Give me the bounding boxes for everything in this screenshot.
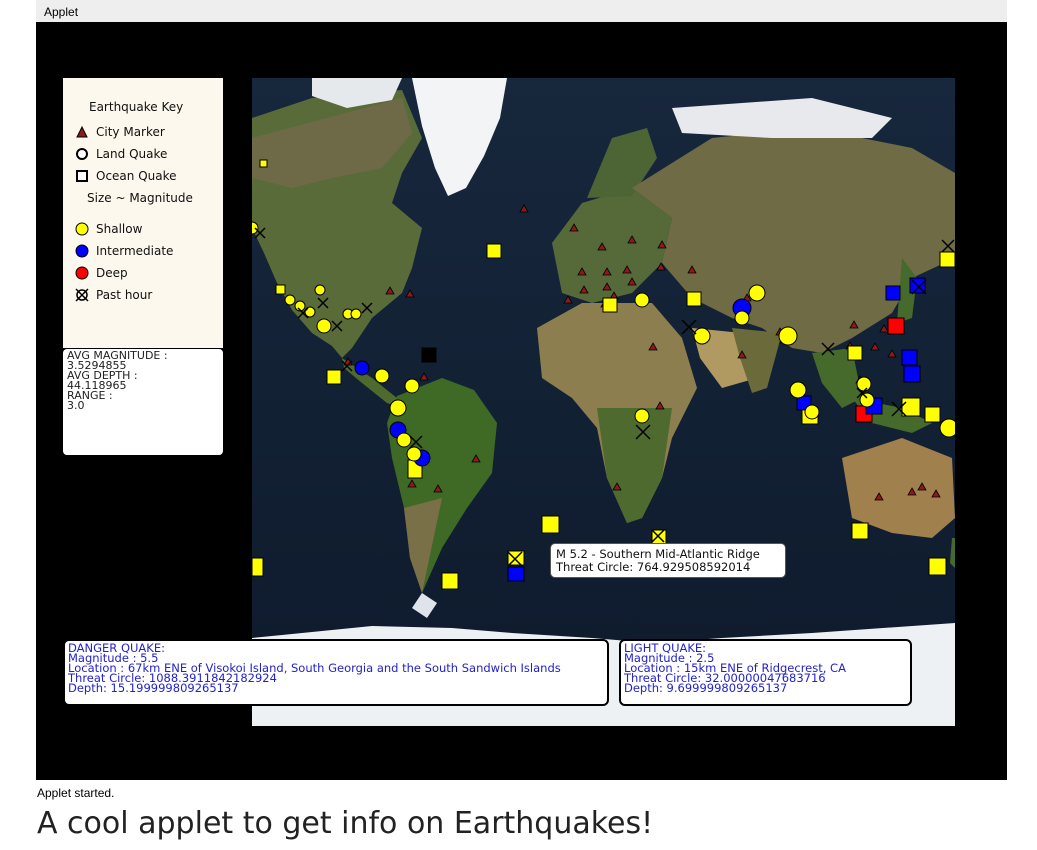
land-quake-shallow-icon [693, 327, 711, 345]
land-quake-shallow-icon [404, 378, 420, 394]
land-quake-shallow-icon [778, 326, 798, 346]
land-quake-shallow-icon [789, 381, 807, 399]
ocean-quake-shallow-icon [326, 369, 342, 385]
ocean-quake-shallow-icon [252, 557, 264, 577]
key-item-intermediate: Intermediate [75, 242, 173, 260]
land-quake-shallow-icon [396, 432, 412, 448]
ocean-quake-shallow-icon [602, 297, 618, 313]
key-item-size-magnitude: Size ~ Magnitude [87, 191, 193, 205]
window-title: Applet [44, 5, 79, 19]
land-quake-shallow-icon [804, 404, 820, 420]
circle-icon [75, 244, 89, 257]
ocean-quake-shallow-icon [686, 291, 702, 307]
land-quake-shallow-icon [374, 368, 390, 384]
land-quake-shallow-icon [389, 399, 407, 417]
range-value: 3.0 [67, 399, 85, 412]
land-quake-shallow-icon [939, 418, 955, 438]
land-quake-shallow-icon [634, 292, 650, 308]
applet-status: Applet started. [37, 786, 115, 800]
world-map[interactable] [252, 78, 955, 726]
land-quake-shallow-icon [859, 392, 875, 408]
ocean-quake-intermediate-icon [507, 566, 525, 582]
danger-quake-depth: Depth: 15.199999809265137 [68, 681, 239, 695]
danger-quake-panel: DANGER QUAKE: Magnitude : 5.5 Location :… [63, 639, 609, 706]
window-titlebar: Applet [36, 0, 1007, 22]
land-quake-shallow-icon [734, 310, 750, 326]
circle-icon [75, 266, 89, 279]
light-quake-depth: Depth: 9.699999809265137 [624, 681, 788, 695]
ocean-quake-shallow-icon [259, 159, 268, 168]
ocean-quake-past-hour-icon [421, 347, 437, 363]
land-quake-shallow-icon [856, 376, 872, 392]
earthquake-key-panel: Earthquake Key City Marker Land Quake Oc… [63, 78, 223, 348]
key-item-deep: Deep [75, 264, 128, 282]
land-quake-intermediate-icon [354, 360, 370, 376]
ocean-quake-shallow-icon [847, 345, 863, 361]
ocean-quake-shallow-icon [486, 243, 502, 259]
page-caption: A cool applet to get info on Earthquakes… [37, 806, 654, 841]
key-item-land-quake: Land Quake [75, 145, 167, 163]
land-quake-shallow-icon [350, 308, 362, 320]
stats-panel: AVG MAGNITUDE : 3.5294855 AVG DEPTH : 44… [63, 349, 223, 455]
land-quake-shallow-icon [748, 284, 766, 302]
key-item-city-marker: City Marker [75, 123, 165, 141]
key-title: Earthquake Key [89, 100, 184, 114]
ocean-quake-intermediate-icon [901, 349, 918, 366]
key-item-shallow: Shallow [75, 220, 142, 238]
key-item-ocean-quake: Ocean Quake [75, 167, 177, 185]
crossed-circle-icon [75, 287, 89, 302]
ocean-quake-shallow-icon [441, 572, 459, 590]
tooltip-threat: Threat Circle: 764.929508592014 [556, 560, 751, 574]
ocean-quake-shallow-icon [541, 515, 560, 534]
ocean-quake-shallow-icon [928, 557, 947, 576]
land-quake-shallow-icon [406, 446, 422, 462]
applet-canvas[interactable]: Earthquake Key City Marker Land Quake Oc… [36, 22, 1007, 780]
triangle-icon [76, 125, 88, 137]
range-label: RANGE : [67, 389, 113, 402]
circle-outline-icon [76, 147, 88, 160]
ocean-quake-shallow-icon [851, 522, 869, 540]
land-quake-shallow-icon [316, 318, 332, 334]
ocean-quake-intermediate-icon [885, 285, 901, 301]
light-quake-panel: LIGHT QUAKE: Magnitude : 2.5 Location : … [619, 639, 912, 706]
key-item-past-hour: Past hour [75, 286, 152, 304]
land-quake-shallow-icon [284, 294, 296, 306]
ocean-quake-deep-icon [887, 317, 905, 335]
square-outline-icon [76, 169, 88, 182]
land-quake-shallow-icon [634, 408, 650, 424]
ocean-quake-intermediate-icon [903, 365, 921, 383]
ocean-quake-shallow-icon [939, 251, 955, 268]
quake-tooltip: M 5.2 - Southern Mid-Atlantic Ridge Thre… [550, 543, 786, 578]
circle-icon [75, 222, 89, 235]
ocean-quake-shallow-icon [901, 397, 921, 417]
ocean-quake-shallow-icon [275, 284, 286, 295]
ocean-quake-shallow-icon [924, 406, 941, 423]
land-quake-shallow-icon [314, 284, 326, 296]
